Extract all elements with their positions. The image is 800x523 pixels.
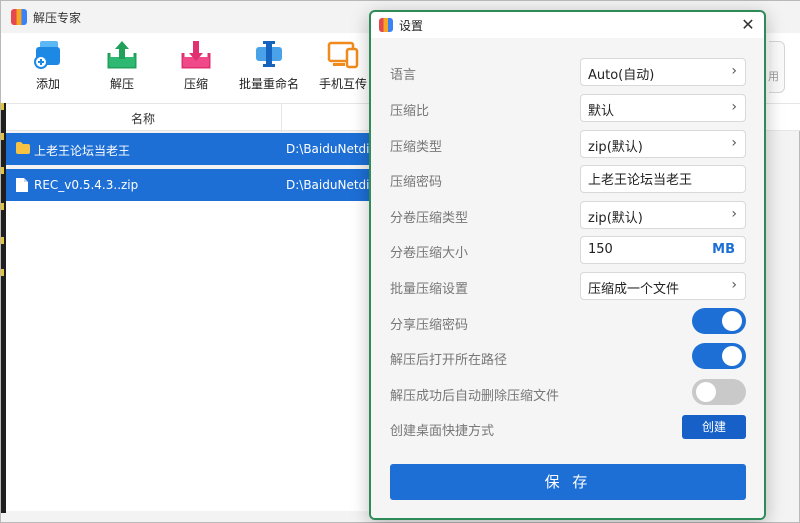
batch-compress-value: 压缩成一个文件 — [588, 282, 680, 297]
toggle-knob — [696, 382, 716, 402]
setting-open-path: 解压后打开所在路径 — [371, 341, 764, 371]
add-button[interactable]: 添加 — [13, 39, 83, 92]
strip-mark — [1, 103, 4, 110]
setting-label: 压缩类型 — [390, 140, 443, 155]
partial-button[interactable] — [769, 41, 785, 93]
split-size-field[interactable]: MB — [580, 236, 746, 264]
settings-body: 语言 Auto(自动) › 压缩比 默认 › 压缩类型 zip(默认) › 压缩… — [371, 38, 764, 518]
setting-label: 创建桌面快捷方式 — [390, 424, 495, 439]
auto-delete-toggle[interactable] — [692, 379, 746, 405]
phone-transfer-button[interactable]: 手机互传 — [308, 39, 378, 92]
app-title: 解压专家 — [33, 10, 82, 25]
open-path-toggle[interactable] — [692, 343, 746, 369]
compression-ratio-select[interactable]: 默认 › — [580, 94, 746, 122]
column-divider[interactable] — [281, 104, 282, 132]
batch-rename-icon — [256, 41, 282, 67]
compression-password-input[interactable] — [588, 171, 698, 186]
compress-icon — [181, 41, 211, 69]
split-type-select[interactable]: zip(默认) › — [580, 201, 746, 229]
file-icon — [16, 178, 28, 192]
setting-compression-type: 压缩类型 zip(默认) › — [371, 128, 764, 158]
extract-icon — [107, 41, 137, 69]
setting-label: 压缩密码 — [390, 175, 443, 190]
setting-auto-delete: 解压成功后自动删除压缩文件 — [371, 377, 764, 407]
list-item[interactable]: 上老王论坛当老王 D:\BaiduNetdisk — [6, 133, 383, 165]
chevron-right-icon: › — [731, 277, 737, 293]
file-list-empty-area[interactable] — [6, 201, 376, 511]
strip-mark — [1, 203, 4, 210]
setting-label: 分卷压缩大小 — [390, 246, 469, 261]
split-size-unit: MB — [712, 242, 735, 257]
setting-split-type: 分卷压缩类型 zip(默认) › — [371, 199, 764, 229]
setting-label: 分享压缩密码 — [390, 318, 469, 333]
extract-button[interactable]: 解压 — [87, 39, 157, 92]
share-password-toggle[interactable] — [692, 308, 746, 334]
compression-password-field[interactable] — [580, 165, 746, 193]
setting-label: 语言 — [390, 68, 417, 83]
strip-mark — [1, 269, 4, 276]
strip-mark — [1, 237, 4, 244]
folder-icon — [16, 142, 30, 154]
dialog-title: 设置 — [399, 18, 424, 33]
strip-mark — [1, 167, 4, 174]
list-item-name: 上老王论坛当老王 — [34, 144, 131, 158]
setting-share-password: 分享压缩密码 — [371, 306, 764, 336]
compression-ratio-value: 默认 — [588, 104, 615, 119]
app-logo-icon — [379, 18, 393, 32]
setting-desktop-shortcut: 创建桌面快捷方式 创建 — [371, 412, 764, 442]
list-item-name: REC_v0.5.4.3..zip — [34, 178, 139, 192]
split-type-value: zip(默认) — [588, 211, 643, 226]
column-header-name[interactable]: 名称 — [131, 110, 155, 127]
background-strip — [1, 103, 6, 513]
setting-language: 语言 Auto(自动) › — [371, 56, 764, 86]
toggle-knob — [722, 346, 742, 366]
add-label: 添加 — [35, 77, 60, 91]
setting-batch-compress: 批量压缩设置 压缩成一个文件 › — [371, 270, 764, 300]
chevron-right-icon: › — [731, 135, 737, 151]
toggle-knob — [722, 311, 742, 331]
batch-compress-select[interactable]: 压缩成一个文件 › — [580, 272, 746, 300]
phone-transfer-icon — [327, 41, 359, 69]
strip-mark — [1, 133, 4, 140]
settings-dialog: 设置 ✕ 语言 Auto(自动) › 压缩比 默认 › 压缩类型 zip(默认)… — [369, 10, 766, 520]
dialog-header: 设置 ✕ — [371, 12, 764, 38]
app-logo-icon — [11, 9, 27, 25]
add-files-icon — [34, 41, 60, 69]
compression-type-value: zip(默认) — [588, 140, 643, 155]
setting-label: 批量压缩设置 — [390, 282, 469, 297]
extract-label: 解压 — [109, 77, 134, 91]
chevron-right-icon: › — [731, 63, 737, 79]
compression-type-select[interactable]: zip(默认) › — [580, 130, 746, 158]
compress-button[interactable]: 压缩 — [161, 39, 231, 92]
batch-rename-label: 批量重命名 — [238, 77, 299, 91]
setting-split-size: 分卷压缩大小 MB — [371, 234, 764, 264]
setting-label: 解压成功后自动删除压缩文件 — [390, 389, 560, 404]
setting-compression-ratio: 压缩比 默认 › — [371, 92, 764, 122]
save-button[interactable]: 保 存 — [390, 464, 746, 500]
compress-label: 压缩 — [183, 77, 208, 91]
partial-button-label: 用 — [768, 70, 779, 83]
chevron-right-icon: › — [731, 99, 737, 115]
setting-compression-password: 压缩密码 — [371, 163, 764, 193]
list-item[interactable]: REC_v0.5.4.3..zip D:\BaiduNetdisk — [6, 169, 383, 201]
phone-transfer-label: 手机互传 — [318, 77, 367, 91]
split-size-input[interactable] — [588, 242, 698, 257]
setting-label: 压缩比 — [390, 104, 430, 119]
setting-label: 分卷压缩类型 — [390, 211, 469, 226]
create-shortcut-button[interactable]: 创建 — [682, 415, 746, 439]
setting-label: 解压后打开所在路径 — [390, 353, 508, 368]
language-value: Auto(自动) — [588, 68, 655, 83]
close-icon[interactable]: ✕ — [738, 15, 758, 35]
batch-rename-button[interactable]: 批量重命名 — [234, 39, 304, 92]
chevron-right-icon: › — [731, 206, 737, 222]
language-select[interactable]: Auto(自动) › — [580, 58, 746, 86]
